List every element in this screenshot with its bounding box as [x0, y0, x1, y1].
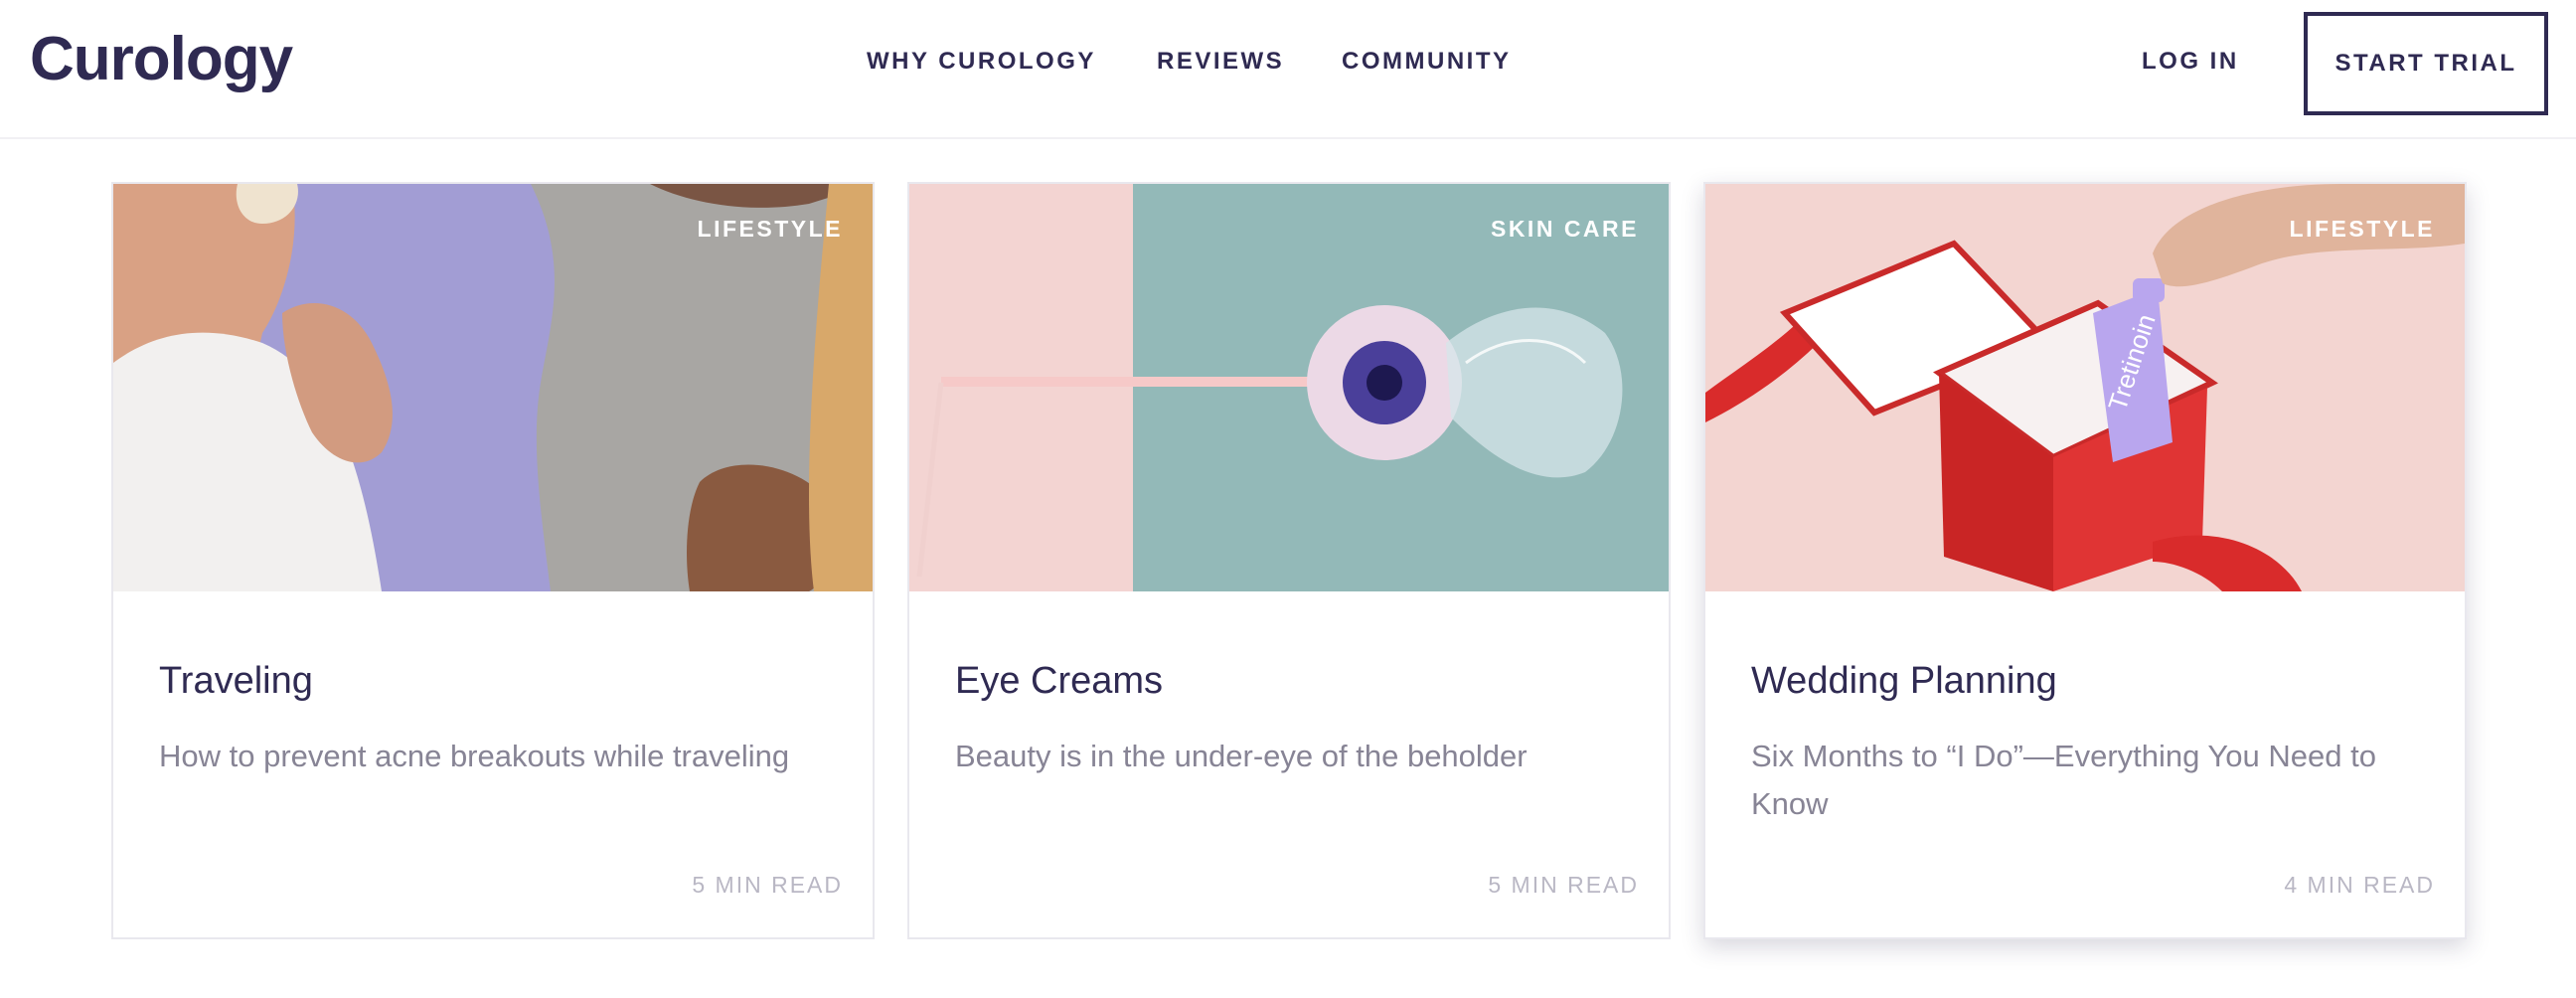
nav-reviews[interactable]: REVIEWS	[1157, 46, 1284, 78]
article-subtitle: Six Months to “I Do”—Everything You Need…	[1751, 739, 2376, 821]
wedding-planning-image: Tretinoin LIFESTYLE	[1705, 184, 2465, 591]
category-tag: LIFESTYLE	[2289, 216, 2435, 242]
article-title: Traveling	[159, 660, 313, 702]
article-subtitle: Beauty is in the under-eye of the behold…	[955, 739, 1528, 773]
site-header: Curology WHY CUROLOGY REVIEWS COMMUNITY …	[0, 0, 2576, 139]
article-title: Wedding Planning	[1751, 660, 2057, 702]
eye-creams-image: SKIN CARE	[909, 184, 1669, 591]
article-subtitle: How to prevent acne breakouts while trav…	[159, 739, 790, 773]
read-time: 4 MIN READ	[2284, 872, 2435, 898]
article-card-eye-creams[interactable]: SKIN CARE Eye Creams Beauty is in the un…	[907, 182, 1671, 939]
traveling-image: LIFESTYLE	[113, 184, 873, 591]
login-link[interactable]: LOG IN	[2142, 46, 2239, 78]
article-card-traveling[interactable]: LIFESTYLE Traveling How to prevent acne …	[111, 182, 875, 939]
category-tag: LIFESTYLE	[697, 216, 843, 242]
category-tag: SKIN CARE	[1490, 216, 1639, 242]
start-trial-button[interactable]: START TRIAL	[2304, 12, 2548, 115]
curology-logo[interactable]: Curology	[30, 20, 293, 99]
article-title: Eye Creams	[955, 660, 1164, 702]
nav-why-curology[interactable]: WHY CUROLOGY	[867, 46, 1096, 78]
read-time: 5 MIN READ	[1488, 872, 1639, 898]
nav-community[interactable]: COMMUNITY	[1342, 46, 1511, 78]
article-card-wedding-planning[interactable]: Tretinoin LIFESTYLE Wedding Planning Six…	[1703, 182, 2467, 939]
read-time: 5 MIN READ	[692, 872, 843, 898]
